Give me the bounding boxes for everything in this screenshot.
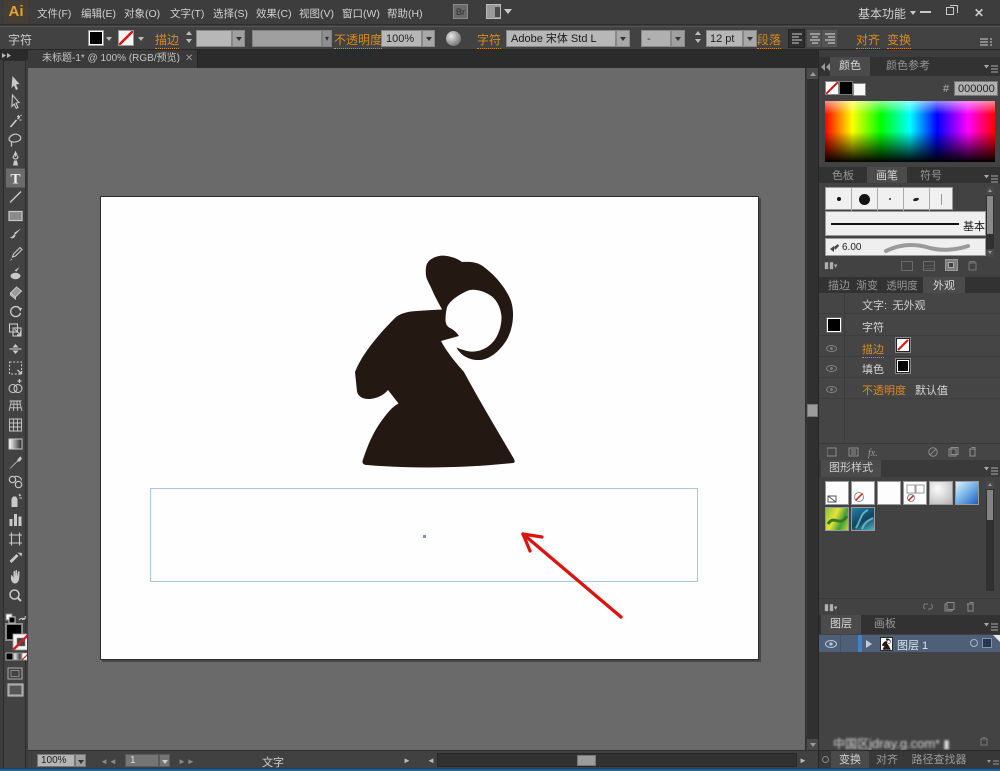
svg-text:fx.: fx. [868,448,878,459]
svg-text:T: T [10,172,20,188]
